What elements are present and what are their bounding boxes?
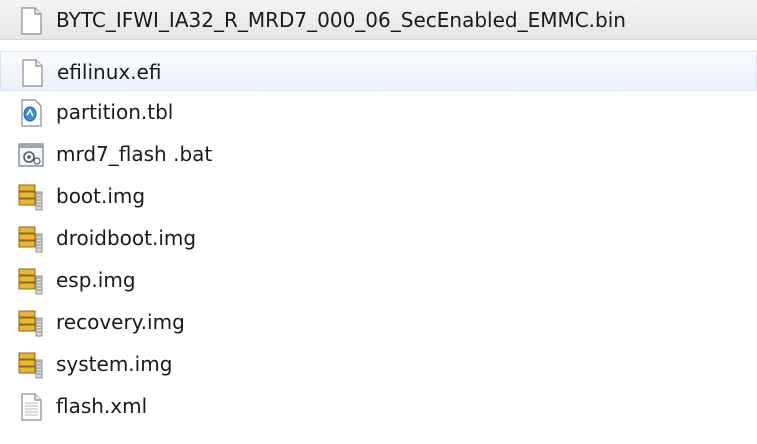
batch-file-icon [16,140,46,170]
disk-image-icon [16,308,46,338]
text-file-icon [16,392,46,422]
file-row-efilinux[interactable]: efilinux.efi [0,51,757,91]
file-row-flash-xml[interactable]: flash.xml [0,386,757,426]
disk-image-icon [16,266,46,296]
blank-file-icon [16,6,46,36]
file-row-boot-img[interactable]: boot.img [0,176,757,216]
file-name: efilinux.efi [57,60,162,84]
file-name: system.img [56,352,173,376]
file-name: droidboot.img [56,226,197,250]
disk-image-icon [16,350,46,380]
file-name: BYTC_IFWI_IA32_R_MRD7_000_06_SecEnabled_… [56,8,626,32]
file-row-partition[interactable]: partition.tbl [0,92,757,132]
file-name: flash.xml [56,394,148,418]
file-row-droidboot-img[interactable]: droidboot.img [0,218,757,258]
file-name: partition.tbl [56,100,174,124]
table-file-icon [16,98,46,128]
file-row-recovery-img[interactable]: recovery.img [0,302,757,342]
blank-file-icon [17,58,47,88]
file-row-ifwi-bin[interactable]: BYTC_IFWI_IA32_R_MRD7_000_06_SecEnabled_… [0,0,757,40]
file-row-esp-img[interactable]: esp.img [0,260,757,300]
file-row-system-img[interactable]: system.img [0,344,757,384]
file-name: boot.img [56,184,146,208]
disk-image-icon [16,182,46,212]
file-name: recovery.img [56,310,185,334]
file-list: BYTC_IFWI_IA32_R_MRD7_000_06_SecEnabled_… [0,0,757,444]
file-row-flash-bat[interactable]: mrd7_flash .bat [0,134,757,174]
disk-image-icon [16,224,46,254]
file-name: mrd7_flash .bat [56,142,213,166]
file-name: esp.img [56,268,136,292]
